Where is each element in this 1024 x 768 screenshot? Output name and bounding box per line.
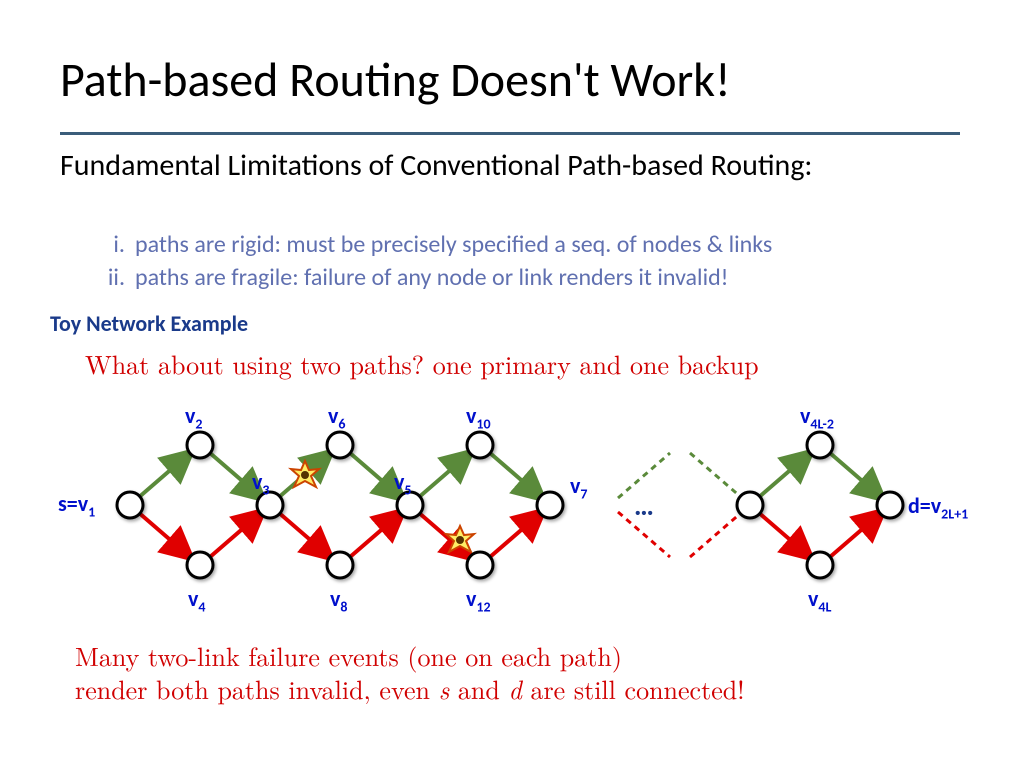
edge-primary — [758, 453, 810, 498]
edge-backup — [210, 512, 262, 557]
edge-backup — [758, 512, 810, 557]
bullet-marker: i. — [95, 230, 125, 259]
label-v4L: v4L — [808, 585, 831, 615]
conclusion-line-2: render both paths invalid, even s and d … — [75, 673, 744, 706]
subtitle: Fundamental Limitations of Conventional … — [60, 148, 960, 184]
bullet-item: ii. paths are fragile: failure of any nod… — [95, 263, 772, 292]
bullet-text: paths are rigid: must be precisely speci… — [135, 230, 772, 259]
bullet-text: paths are fragile: failure of any node o… — [135, 263, 729, 292]
label-v12: v12 — [466, 585, 491, 615]
bullet-item: i. paths are rigid: must be precisely spe… — [95, 230, 772, 259]
diagram-svg — [40, 390, 990, 620]
node-v2 — [187, 432, 213, 458]
node-v8 — [327, 552, 353, 578]
edge-dashed — [690, 453, 742, 498]
question-text: What about using two paths? one primary … — [85, 345, 759, 382]
edge-primary — [830, 453, 882, 498]
label-v4L-2: v4L-2 — [800, 402, 834, 432]
edge-backup — [350, 512, 402, 557]
edge-backup — [830, 512, 882, 557]
label-v5: v5 — [394, 468, 412, 498]
node-v4L — [807, 552, 833, 578]
node-v7 — [537, 492, 563, 518]
node-v12 — [467, 552, 493, 578]
edge-backup — [138, 512, 190, 557]
edge-primary — [138, 453, 190, 498]
bullet-list: i. paths are rigid: must be precisely spe… — [95, 230, 772, 296]
edge-dashed — [690, 512, 742, 557]
label-v8: v8 — [330, 585, 348, 615]
node-generic — [737, 492, 763, 518]
node-s — [117, 492, 143, 518]
slide-title: Path-based Routing Doesn't Work! — [60, 50, 731, 109]
node-v10 — [467, 432, 493, 458]
edge-primary — [418, 453, 470, 498]
conclusion-text: Many two-link failure events (one on eac… — [75, 640, 744, 705]
network-diagram: s=v1 v2 v3 v4 v5 v6 v7 v8 v10 v12 v4L-2 … — [40, 390, 990, 620]
edge-primary — [490, 453, 542, 498]
node-d — [877, 492, 903, 518]
label-v7: v7 — [570, 472, 588, 502]
edge-backup — [278, 512, 330, 557]
label-v4: v4 — [188, 585, 206, 615]
label-s: s=v1 — [58, 490, 95, 520]
node-v6 — [327, 432, 353, 458]
title-rule — [60, 132, 960, 135]
label-v10: v10 — [466, 402, 491, 432]
node-v4 — [187, 552, 213, 578]
bullet-marker: ii. — [95, 263, 125, 292]
label-d: d=v2L+1 — [908, 492, 968, 522]
node-v4L-2 — [807, 432, 833, 458]
label-v2: v2 — [185, 402, 203, 432]
label-v6: v6 — [328, 402, 346, 432]
edge-backup — [490, 512, 542, 557]
ellipsis-icon: … — [634, 488, 654, 523]
conclusion-line-1: Many two-link failure events (one on eac… — [75, 640, 744, 673]
section-label: Toy Network Example — [50, 310, 248, 337]
label-v3: v3 — [252, 468, 270, 498]
